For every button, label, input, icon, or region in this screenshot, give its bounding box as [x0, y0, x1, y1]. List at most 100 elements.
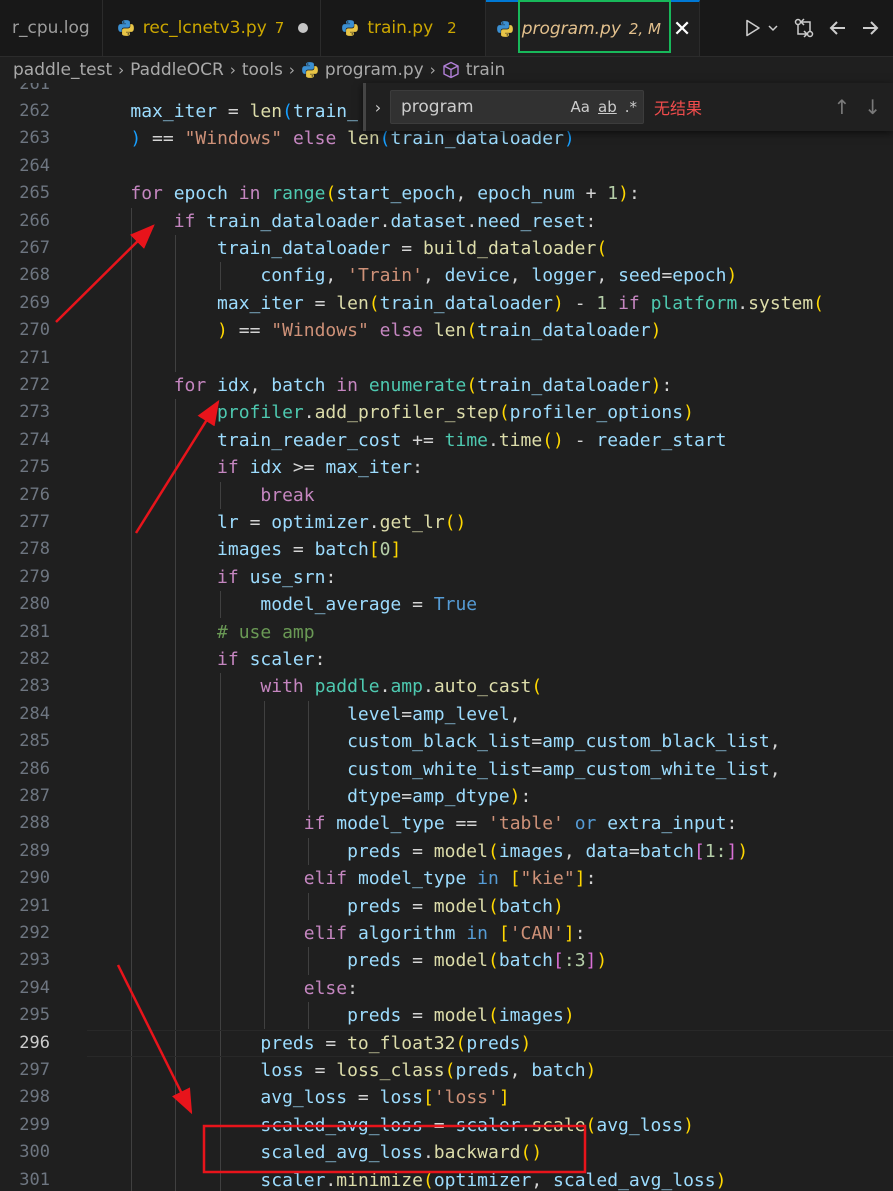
code-token: batch [639, 840, 694, 862]
code-token: preds [260, 1032, 315, 1054]
go-forward-icon[interactable] [861, 20, 879, 36]
code-token: , [563, 840, 586, 862]
previous-match-icon[interactable]: ↑ [833, 95, 850, 119]
code-token: , [325, 265, 348, 287]
code-token: model_average [260, 594, 402, 616]
code-token: if [217, 648, 239, 670]
code-token: optimizer [271, 511, 369, 533]
code-token: ) [650, 374, 662, 396]
code-token: max_iter [130, 100, 218, 122]
code-token: += [401, 429, 445, 451]
code-token: , [455, 183, 478, 205]
unsaved-dot-icon[interactable] [298, 23, 309, 33]
code-editor[interactable]: 261 262 263 264 265 266 267 268 269 270 271 272 273 2… [0, 83, 893, 1191]
code-token: ) [553, 292, 564, 314]
breadcrumb-item[interactable]: train [466, 60, 506, 80]
code-token: backward [433, 1142, 521, 1164]
code-token: scaler [455, 1114, 521, 1136]
tab-label: r_cpu.log [12, 18, 90, 38]
tab-rec-lcnetv3[interactable]: rec_lcnetv3.py 7 [102, 0, 322, 56]
code-token: model [433, 950, 488, 972]
breadcrumb-item[interactable]: PaddleOCR [130, 60, 224, 80]
code-token: avg_loss [260, 1087, 348, 1109]
code-line: for idx, batch in enumerate(train_datalo… [87, 372, 893, 399]
chevron-down-icon[interactable] [767, 23, 779, 33]
code-token: . [520, 1114, 532, 1136]
compare-changes-icon[interactable] [793, 17, 815, 39]
code-token: for [130, 183, 163, 205]
code-token: level [347, 703, 402, 725]
toggle-replace-icon[interactable]: › [366, 98, 390, 117]
code-token: = [422, 1114, 456, 1136]
code-token: len [433, 320, 467, 342]
code-token: == [444, 813, 489, 835]
line-number: 293 [19, 950, 50, 971]
line-number: 270 [19, 320, 50, 341]
line-number: 297 [19, 1059, 50, 1080]
code-token: . [422, 676, 434, 698]
code-token: scaler [260, 1169, 326, 1191]
code-token: . [379, 210, 391, 232]
code-token: time [444, 429, 488, 451]
code-token: , [509, 1059, 532, 1081]
match-case-icon[interactable]: Aa [571, 98, 590, 116]
breadcrumb-item[interactable]: tools [242, 60, 283, 80]
breadcrumb: paddle_test › PaddleOCR › tools › progra… [0, 57, 893, 83]
find-input[interactable]: program Aa ab .* [390, 90, 644, 124]
code-line: loss = loss_class(preds, batch) [87, 1057, 893, 1084]
breadcrumb-item[interactable]: paddle_test [13, 60, 112, 80]
code-token: ( [487, 840, 499, 862]
code-token: : [325, 566, 337, 588]
code-token: auto_cast [433, 676, 532, 698]
code-token: or [574, 813, 597, 835]
code-line: elif model_type in ["kie"]: [87, 865, 893, 892]
line-number: 280 [19, 594, 50, 615]
go-back-icon[interactable] [829, 20, 847, 36]
code-token: with [260, 676, 304, 698]
code-token: profiler [217, 402, 304, 424]
code-token: in [466, 922, 489, 944]
code-line: level=amp_level, [87, 701, 893, 728]
code-token: = [238, 511, 272, 533]
chevron-right-icon: › [118, 61, 125, 79]
code-token: lr [217, 511, 239, 533]
tab-label: rec_lcnetv3.py [142, 18, 267, 38]
code-token: ) [726, 265, 738, 287]
code-token: elif [303, 922, 348, 944]
line-number: 286 [19, 758, 50, 779]
use-regex-icon[interactable]: .* [625, 98, 637, 116]
close-tab-icon[interactable]: ✕ [673, 17, 691, 42]
breadcrumb-item[interactable]: program.py [325, 60, 424, 80]
code-token: loss [260, 1059, 304, 1081]
code-token: [ [368, 539, 380, 561]
next-match-icon[interactable]: ↓ [864, 95, 881, 119]
code-token: ( [282, 100, 293, 122]
code-token: add_profiler_step [314, 402, 499, 424]
tab-program-py[interactable]: program.py 2, M ✕ [485, 0, 701, 56]
line-number: 268 [19, 265, 50, 286]
python-icon [496, 21, 513, 37]
code-line: dtype=amp_dtype): [87, 783, 893, 810]
code-token: scale [531, 1114, 586, 1136]
code-token: system [748, 292, 814, 314]
match-whole-word-icon[interactable]: ab [598, 98, 617, 116]
code-token: epoch_num [477, 183, 575, 205]
line-number: 278 [19, 539, 50, 560]
tab-train-py[interactable]: train.py 2 [321, 0, 486, 56]
tab-cpu-log[interactable]: r_cpu.log [0, 0, 103, 56]
code-token: "Windows" [271, 320, 369, 342]
line-number: 272 [19, 374, 50, 395]
code-token: ( [466, 374, 478, 396]
run-icon[interactable] [745, 19, 761, 37]
method-cube-icon [443, 61, 459, 79]
